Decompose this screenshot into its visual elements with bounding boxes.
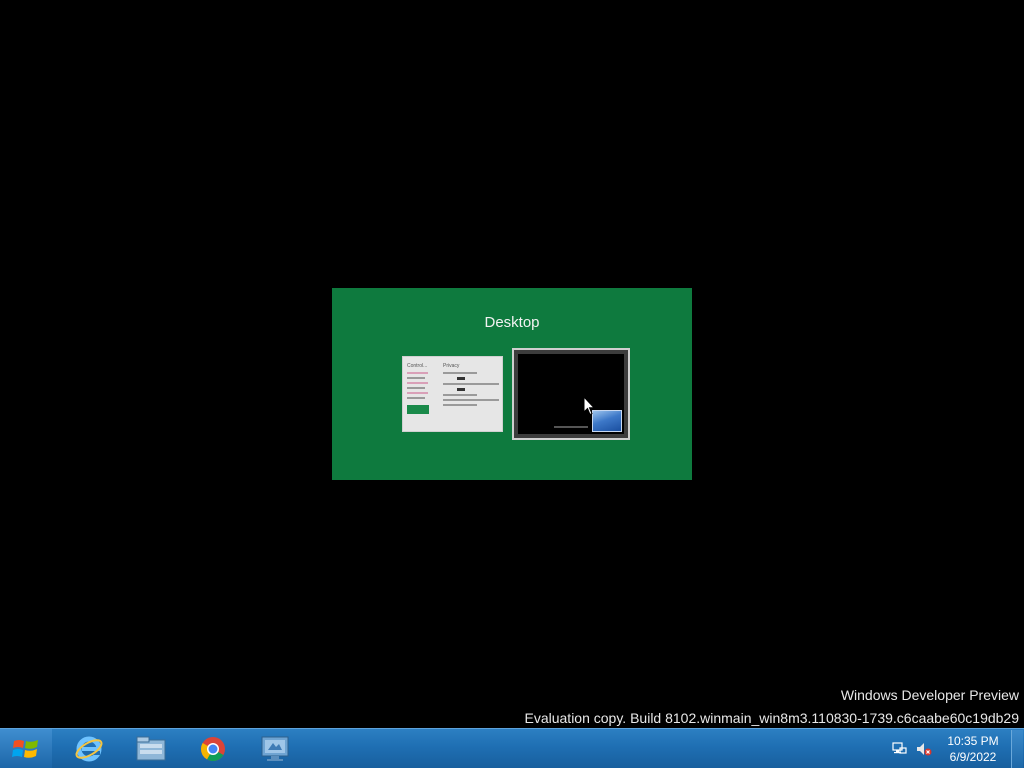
- tray-clock[interactable]: 10:35 PM 6/9/2022: [940, 733, 1006, 765]
- mouse-cursor-icon: [583, 396, 595, 416]
- thumbnail-right-header: Privacy: [443, 363, 460, 369]
- clock-date: 6/9/2022: [949, 750, 997, 764]
- volume-muted-icon[interactable]: [916, 741, 932, 757]
- build-watermark: Windows Developer Preview Evaluation cop…: [525, 684, 1020, 730]
- show-desktop-button[interactable]: [1011, 730, 1023, 768]
- start-orb-icon: [12, 740, 38, 758]
- window-thumbnail-settings[interactable]: Control... Privacy: [402, 356, 503, 432]
- window-thumbnail-desktop[interactable]: [512, 348, 630, 440]
- internet-explorer-icon: [75, 736, 103, 762]
- taskbar-ie-button[interactable]: [67, 732, 111, 766]
- network-icon[interactable]: [891, 741, 907, 757]
- mini-window-preview: [592, 410, 622, 432]
- taskbar-explorer-button[interactable]: [129, 732, 173, 766]
- watermark-line-1: Windows Developer Preview: [840, 687, 1019, 703]
- file-explorer-icon: [136, 736, 166, 761]
- taskbar-rdp-button[interactable]: [253, 732, 297, 766]
- chrome-icon: [201, 737, 225, 762]
- taskbar-chrome-button[interactable]: [191, 732, 235, 766]
- clock-time: 10:35 PM: [947, 734, 999, 748]
- switcher-title: Desktop: [484, 314, 540, 331]
- start-button[interactable]: [0, 729, 52, 768]
- thumbnail-left-header: Control...: [407, 363, 428, 369]
- remote-desktop-icon: [261, 736, 289, 761]
- watermark-line-2: Evaluation copy. Build 8102.winmain_win8…: [524, 710, 1020, 726]
- taskbar: 10:35 PM 6/9/2022: [0, 728, 1024, 768]
- task-switcher: Desktop Control... Privacy: [332, 288, 692, 480]
